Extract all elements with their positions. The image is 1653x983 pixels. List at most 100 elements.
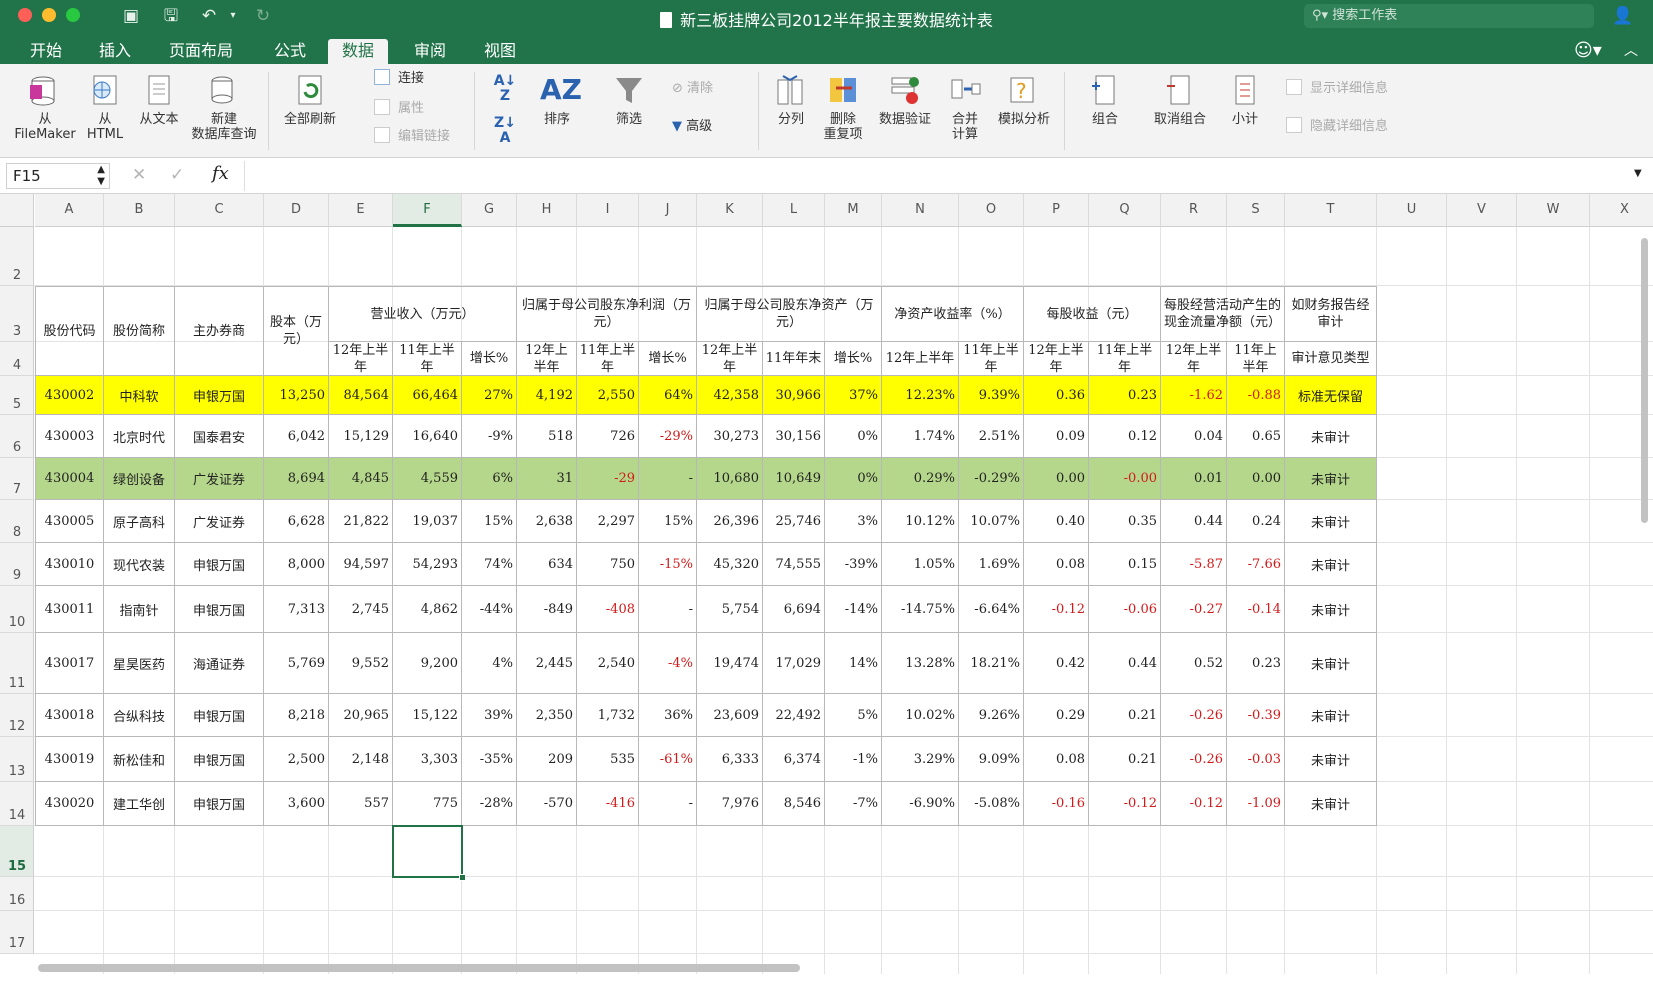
- table-cell[interactable]: 4,845: [329, 458, 393, 500]
- table-cell[interactable]: 10.07%: [959, 500, 1024, 543]
- table-cell[interactable]: 未审计: [1285, 458, 1377, 500]
- table-cell[interactable]: 0.00: [1024, 458, 1089, 500]
- table-cell[interactable]: 合纵科技: [104, 694, 175, 737]
- table-cell[interactable]: 6,694: [763, 586, 825, 633]
- table-cell[interactable]: -: [639, 782, 697, 826]
- table-cell[interactable]: -0.88: [1227, 376, 1285, 415]
- table-cell[interactable]: 0.23: [1227, 633, 1285, 694]
- text-to-columns-button[interactable]: 分列: [766, 72, 816, 127]
- table-cell[interactable]: 6,042: [264, 415, 329, 458]
- table-cell[interactable]: -4%: [639, 633, 697, 694]
- subheader-r[interactable]: 12年上半年: [1161, 342, 1227, 376]
- table-cell[interactable]: -6.90%: [882, 782, 959, 826]
- column-header-x[interactable]: X: [1590, 194, 1653, 227]
- header-roe[interactable]: 净资产收益率（%）: [882, 286, 1024, 342]
- table-cell[interactable]: 3,303: [393, 737, 462, 782]
- table-cell[interactable]: 45,320: [697, 543, 763, 586]
- table-cell[interactable]: 30,273: [697, 415, 763, 458]
- table-cell[interactable]: 10.02%: [882, 694, 959, 737]
- table-cell[interactable]: 0.29%: [882, 458, 959, 500]
- table-cell[interactable]: -15%: [639, 543, 697, 586]
- table-cell[interactable]: 5,754: [697, 586, 763, 633]
- table-cell[interactable]: 518: [517, 415, 577, 458]
- row-header-16[interactable]: 16: [0, 877, 34, 911]
- table-cell[interactable]: 21,822: [329, 500, 393, 543]
- table-cell[interactable]: 未审计: [1285, 694, 1377, 737]
- table-cell[interactable]: -6.64%: [959, 586, 1024, 633]
- table-cell[interactable]: 0.01: [1161, 458, 1227, 500]
- select-all-corner[interactable]: [0, 194, 34, 227]
- table-cell[interactable]: 31: [517, 458, 577, 500]
- properties-button[interactable]: 属性: [374, 98, 424, 120]
- table-cell[interactable]: 2,297: [577, 500, 639, 543]
- cancel-icon[interactable]: ✕: [132, 165, 146, 185]
- table-cell[interactable]: -0.29%: [959, 458, 1024, 500]
- table-cell[interactable]: -416: [577, 782, 639, 826]
- table-cell[interactable]: 430018: [35, 694, 104, 737]
- table-cell[interactable]: -0.12: [1161, 782, 1227, 826]
- subheader-o[interactable]: 11年上半年: [959, 342, 1024, 376]
- table-cell[interactable]: -0.12: [1089, 782, 1161, 826]
- from-filemaker-button[interactable]: 从 FileMaker: [12, 72, 78, 142]
- column-header-m[interactable]: M: [825, 194, 882, 227]
- column-header-g[interactable]: G: [462, 194, 517, 227]
- table-cell[interactable]: 15,122: [393, 694, 462, 737]
- subheader-k[interactable]: 12年上半年: [697, 342, 763, 376]
- horizontal-scrollbar[interactable]: [38, 964, 800, 972]
- table-cell[interactable]: 22,492: [763, 694, 825, 737]
- table-cell[interactable]: 726: [577, 415, 639, 458]
- table-cell[interactable]: 8,000: [264, 543, 329, 586]
- show-detail-button[interactable]: 显示详细信息: [1286, 78, 1388, 100]
- table-cell[interactable]: 2,148: [329, 737, 393, 782]
- worksheet-grid[interactable]: A B C D E F G H I J K L M N O P Q R S T U V W X 2 3 4 5 6 7 8 9 10 11 12 13…: [0, 194, 1653, 983]
- table-cell[interactable]: -0.39: [1227, 694, 1285, 737]
- table-cell[interactable]: 94,597: [329, 543, 393, 586]
- tab-formulas[interactable]: 公式: [260, 39, 320, 64]
- table-cell[interactable]: 64%: [639, 376, 697, 415]
- table-cell[interactable]: 3.29%: [882, 737, 959, 782]
- table-cell[interactable]: 0.65: [1227, 415, 1285, 458]
- header-audited[interactable]: 如财务报告经审计: [1285, 286, 1377, 342]
- table-cell[interactable]: 3,600: [264, 782, 329, 826]
- table-cell[interactable]: 0.44: [1161, 500, 1227, 543]
- table-cell[interactable]: 0.23: [1089, 376, 1161, 415]
- subheader-t[interactable]: 审计意见类型: [1285, 342, 1377, 376]
- subheader-j[interactable]: 增长%: [639, 342, 697, 376]
- collapse-ribbon-icon[interactable]: ︿: [1610, 39, 1652, 64]
- table-cell[interactable]: 430020: [35, 782, 104, 826]
- table-cell[interactable]: -29: [577, 458, 639, 500]
- column-header-v[interactable]: V: [1447, 194, 1517, 227]
- table-cell[interactable]: 74%: [462, 543, 517, 586]
- column-header-w[interactable]: W: [1517, 194, 1590, 227]
- table-cell[interactable]: 430003: [35, 415, 104, 458]
- table-cell[interactable]: 0%: [825, 415, 882, 458]
- table-cell[interactable]: 0.52: [1161, 633, 1227, 694]
- table-cell[interactable]: -408: [577, 586, 639, 633]
- table-cell[interactable]: -1%: [825, 737, 882, 782]
- table-cell[interactable]: 6%: [462, 458, 517, 500]
- column-header-h[interactable]: H: [517, 194, 577, 227]
- table-cell[interactable]: 42,358: [697, 376, 763, 415]
- row-header-10[interactable]: 10: [0, 586, 34, 633]
- table-cell[interactable]: 未审计: [1285, 500, 1377, 543]
- insert-function-icon[interactable]: fx: [212, 163, 229, 184]
- table-cell[interactable]: 430010: [35, 543, 104, 586]
- table-cell[interactable]: 0.24: [1227, 500, 1285, 543]
- table-cell[interactable]: 原子高科: [104, 500, 175, 543]
- table-cell[interactable]: 北京时代: [104, 415, 175, 458]
- table-cell[interactable]: 8,546: [763, 782, 825, 826]
- row-header-17[interactable]: 17: [0, 911, 34, 954]
- table-cell[interactable]: 10.12%: [882, 500, 959, 543]
- table-cell[interactable]: 7,313: [264, 586, 329, 633]
- table-cell[interactable]: 0.08: [1024, 737, 1089, 782]
- column-header-o[interactable]: O: [959, 194, 1024, 227]
- share-user-icon[interactable]: 👤: [1612, 5, 1634, 27]
- table-cell[interactable]: 1,732: [577, 694, 639, 737]
- table-cell[interactable]: 39%: [462, 694, 517, 737]
- sort-ascending-button[interactable]: A↓ Z: [490, 74, 520, 104]
- subheader-l[interactable]: 11年年末: [763, 342, 825, 376]
- table-cell[interactable]: 18.21%: [959, 633, 1024, 694]
- table-cell[interactable]: 1.69%: [959, 543, 1024, 586]
- table-cell[interactable]: -9%: [462, 415, 517, 458]
- table-cell[interactable]: 74,555: [763, 543, 825, 586]
